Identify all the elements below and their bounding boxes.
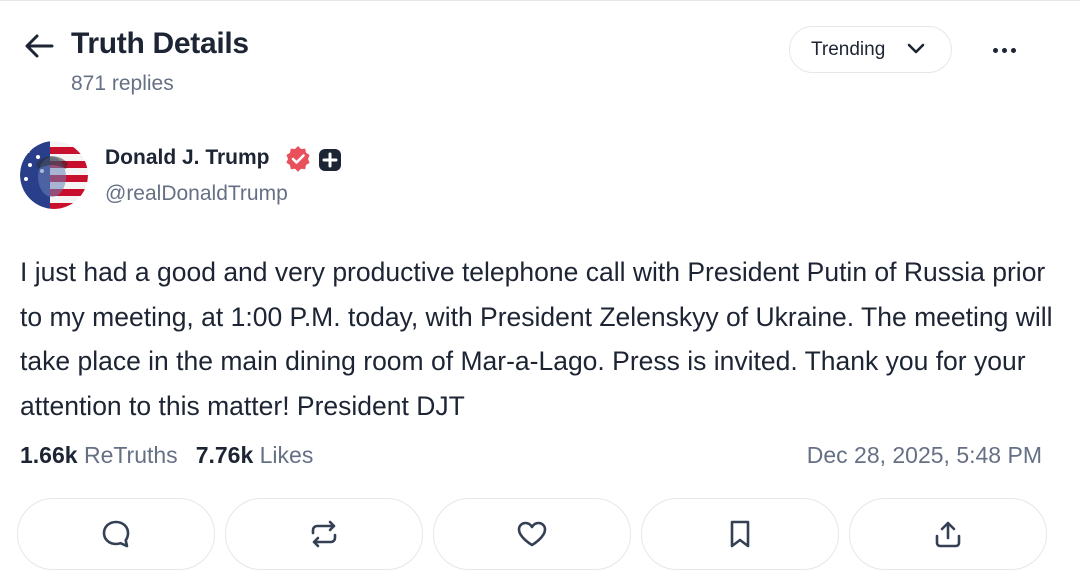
replies-count: 871 replies (71, 72, 174, 95)
post-actions (17, 498, 1047, 570)
author-name[interactable]: Donald J. Trump (105, 146, 270, 170)
share-icon (935, 521, 961, 548)
retruths-count: 1.66k (20, 442, 78, 468)
likes-label: Likes (259, 442, 314, 468)
post-text: I just had a good and very productive te… (20, 257, 1053, 421)
likes-count: 7.76k (195, 442, 254, 468)
retruth-button[interactable] (225, 498, 423, 570)
retruths-stat[interactable]: 1.66k ReTruths (20, 442, 178, 468)
chevron-down-icon (907, 43, 925, 54)
truth-details-page: Truth Details 871 replies Trending Donal… (0, 0, 1080, 588)
like-button[interactable] (433, 498, 631, 570)
share-button[interactable] (849, 498, 1047, 570)
post-timestamp: Dec 28, 2025, 5:48 PM (806, 442, 1042, 468)
retruth-icon (311, 520, 337, 548)
bookmark-icon (730, 520, 750, 548)
retruths-label: ReTruths (83, 442, 178, 468)
likes-stat[interactable]: 7.76k Likes (196, 442, 314, 468)
reply-icon (102, 520, 130, 548)
reply-button[interactable] (17, 498, 215, 570)
heart-icon (517, 521, 547, 547)
verified-badge-icon (286, 146, 310, 172)
post-stats: 1.66k ReTruths 7.76k Likes (20, 442, 313, 469)
page-title: Truth Details (71, 27, 249, 60)
author-handle[interactable]: @realDonaldTrump (105, 182, 288, 206)
sort-dropdown[interactable]: Trending (789, 26, 952, 73)
avatar[interactable] (20, 141, 88, 209)
sort-dropdown-label: Trending (811, 38, 886, 60)
more-options-icon (992, 47, 998, 53)
plus-badge-icon (319, 149, 341, 171)
back-button[interactable] (22, 31, 56, 61)
arrow-left-icon (25, 34, 54, 58)
bookmark-button[interactable] (641, 498, 839, 570)
more-options-button[interactable] (984, 35, 1024, 65)
